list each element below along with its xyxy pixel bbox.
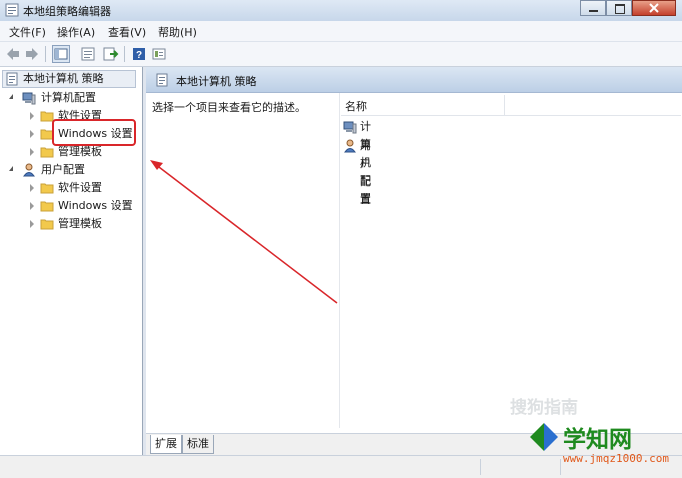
- sogou-watermark: 搜狗指南: [510, 398, 578, 418]
- brand-url: www.jmqz1000.com: [563, 452, 669, 465]
- annotation-arrow: [150, 160, 338, 304]
- main-window: 本地组策略编辑器 文件(F) 操作(A) 查看(V) 帮助(H) ? 本地计算机…: [0, 0, 682, 478]
- brand-logo-icon: [530, 423, 558, 451]
- brand-watermark: 学知网: [563, 427, 632, 453]
